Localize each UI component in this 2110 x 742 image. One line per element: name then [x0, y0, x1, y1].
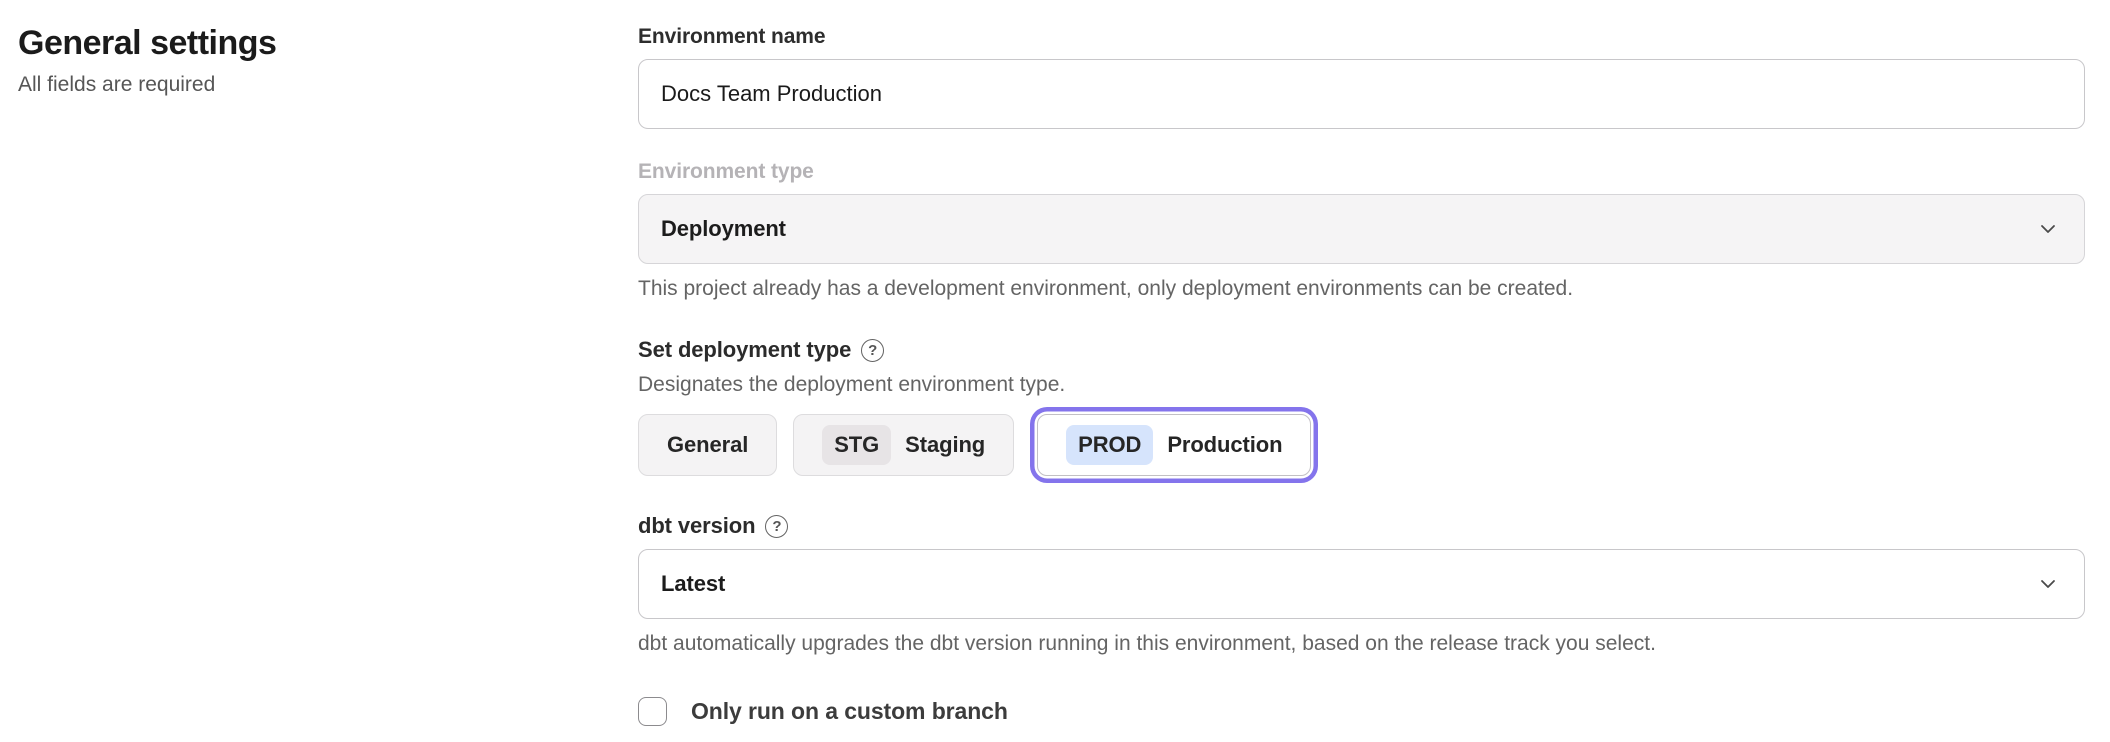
chevron-down-icon: [2038, 219, 2058, 239]
page-header: General settings All fields are required: [18, 22, 276, 98]
dbt-version-value: Latest: [661, 571, 725, 597]
custom-branch-checkbox[interactable]: [638, 697, 667, 726]
deployment-type-production-button[interactable]: PROD Production: [1037, 414, 1311, 476]
chevron-down-icon: [2038, 574, 2058, 594]
dbt-version-label: dbt version: [638, 512, 755, 540]
environment-type-helper: This project already has a development e…: [638, 276, 2085, 302]
environment-name-label: Environment name: [638, 24, 2085, 50]
custom-branch-label[interactable]: Only run on a custom branch: [691, 698, 1008, 725]
deployment-type-general-label: General: [667, 432, 748, 458]
custom-branch-row: Only run on a custom branch: [638, 697, 2085, 726]
help-icon[interactable]: [861, 339, 884, 362]
staging-badge: STG: [822, 425, 891, 465]
deployment-type-production-label: Production: [1167, 432, 1282, 458]
deployment-type-staging-button[interactable]: STG Staging: [793, 414, 1014, 476]
production-badge: PROD: [1066, 425, 1153, 465]
dbt-version-helper: dbt automatically upgrades the dbt versi…: [638, 631, 2085, 657]
environment-type-label: Environment type: [638, 159, 2085, 185]
environment-type-value: Deployment: [661, 216, 786, 242]
general-settings-form: Environment name Environment type Deploy…: [638, 24, 2085, 726]
deployment-type-label: Set deployment type: [638, 336, 851, 364]
environment-name-input[interactable]: [638, 59, 2085, 129]
page-subtitle: All fields are required: [18, 72, 276, 98]
help-icon[interactable]: [765, 515, 788, 538]
deployment-type-helper: Designates the deployment environment ty…: [638, 372, 2085, 398]
deployment-type-staging-label: Staging: [905, 432, 985, 458]
page-title: General settings: [18, 22, 276, 64]
deployment-type-button-group: General STG Staging PROD Production: [638, 414, 2085, 476]
deployment-type-general-button[interactable]: General: [638, 414, 777, 476]
dbt-version-select[interactable]: Latest: [638, 549, 2085, 619]
environment-type-select: Deployment: [638, 194, 2085, 264]
